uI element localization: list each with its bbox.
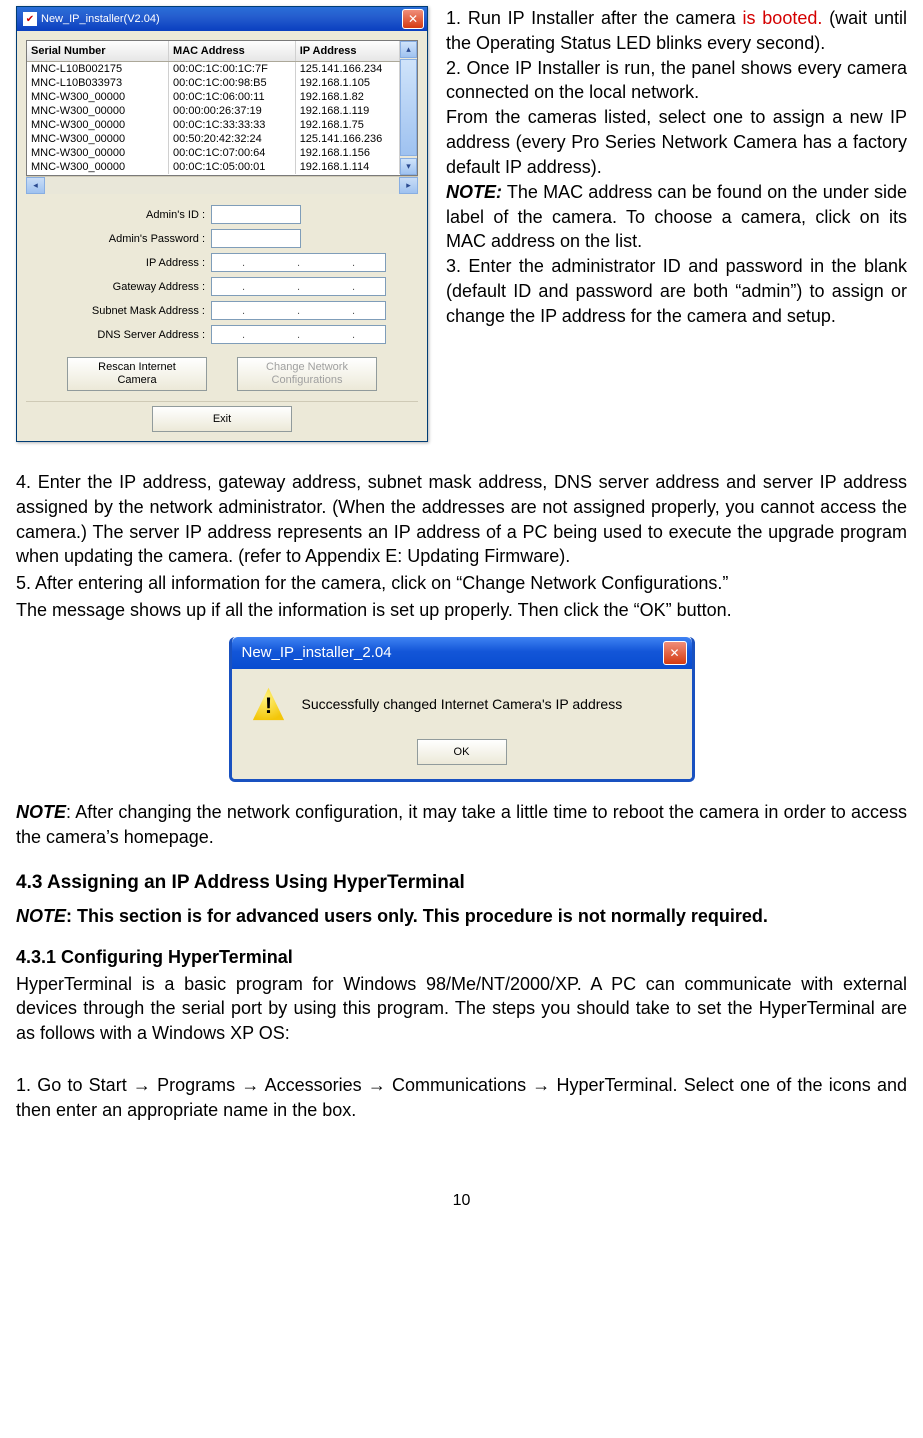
step2b: From the cameras listed, select one to a… bbox=[446, 107, 907, 177]
note-text: The MAC address can be found on the unde… bbox=[446, 182, 907, 252]
scroll-thumb[interactable] bbox=[400, 59, 417, 156]
admin-pw-input[interactable] bbox=[211, 229, 301, 248]
step5: 5. After entering all information for th… bbox=[16, 571, 907, 596]
warning-icon: ! bbox=[252, 687, 286, 723]
admin-pw-label: Admin's Password : bbox=[30, 233, 211, 245]
window-title: New_IP_installer(V2.04) bbox=[41, 13, 160, 25]
step3: 3. Enter the administrator ID and passwo… bbox=[446, 256, 907, 326]
table-row[interactable]: MNC-W300_0000000:50:20:42:32:24125.141.1… bbox=[27, 132, 400, 146]
table-row[interactable]: MNC-W300_0000000:00:00:26:37:19192.168.1… bbox=[27, 104, 400, 118]
note3-text: : This section is for advanced users onl… bbox=[66, 906, 768, 926]
step4: 4. Enter the IP address, gateway address… bbox=[16, 470, 907, 569]
note2-label: NOTE bbox=[16, 802, 66, 822]
section-4-3: 4.3 Assigning an IP Address Using HyperT… bbox=[16, 870, 907, 896]
table-row[interactable]: MNC-W300_0000000:0C:1C:33:33:33192.168.1… bbox=[27, 118, 400, 132]
app-icon: ✔ bbox=[23, 12, 37, 26]
hyper-step1: 1. Go to Start → Programs → Accessories … bbox=[16, 1073, 907, 1123]
note2-text: : After changing the network configurati… bbox=[16, 802, 907, 847]
scroll-left-icon[interactable]: ◂ bbox=[26, 177, 45, 194]
table-row[interactable]: MNC-W300_0000000:0C:1C:06:00:11192.168.1… bbox=[27, 90, 400, 104]
gateway-label: Gateway Address : bbox=[30, 281, 211, 293]
col-ip[interactable]: IP Address bbox=[295, 41, 399, 62]
subnet-input[interactable]: ... bbox=[211, 301, 386, 320]
ip-input[interactable]: ... bbox=[211, 253, 386, 272]
step1-red: is booted. bbox=[742, 8, 822, 28]
note-label: NOTE: bbox=[446, 182, 502, 202]
col-mac[interactable]: MAC Address bbox=[169, 41, 296, 62]
table-row[interactable]: MNC-L10B03397300:0C:1C:00:98:B5192.168.1… bbox=[27, 76, 400, 90]
ip-installer-window: ✔ New_IP_installer(V2.04) ✕ Serial Numbe… bbox=[16, 6, 428, 442]
vertical-scrollbar[interactable]: ▴ ▾ bbox=[400, 41, 417, 175]
camera-table: Serial Number MAC Address IP Address MNC… bbox=[26, 40, 418, 176]
table-row[interactable]: MNC-W300_0000000:0C:1C:07:00:64192.168.1… bbox=[27, 146, 400, 160]
window-titlebar: ✔ New_IP_installer(V2.04) ✕ bbox=[17, 7, 427, 31]
dialog-title: New_IP_installer_2.04 bbox=[242, 643, 392, 664]
dns-label: DNS Server Address : bbox=[30, 329, 211, 341]
table-row[interactable]: MNC-L10B00217500:0C:1C:00:1C:7F125.141.1… bbox=[27, 62, 400, 77]
dialog-message: Successfully changed Internet Camera's I… bbox=[302, 695, 623, 714]
change-config-button[interactable]: Change Network Configurations bbox=[237, 357, 377, 391]
rescan-button[interactable]: Rescan Internet Camera bbox=[67, 357, 207, 391]
dns-input[interactable]: ... bbox=[211, 325, 386, 344]
gateway-input[interactable]: ... bbox=[211, 277, 386, 296]
scroll-up-icon[interactable]: ▴ bbox=[400, 41, 417, 58]
instructions-right: 1. Run IP Installer after the camera is … bbox=[446, 6, 907, 329]
ip-label: IP Address : bbox=[30, 257, 211, 269]
scroll-down-icon[interactable]: ▾ bbox=[400, 158, 417, 175]
admin-id-label: Admin's ID : bbox=[30, 209, 211, 221]
close-icon[interactable]: ✕ bbox=[402, 9, 424, 29]
table-row[interactable]: MNC-W300_0000000:0C:1C:05:00:01192.168.1… bbox=[27, 160, 400, 175]
step2: 2. Once IP Installer is run, the panel s… bbox=[446, 58, 907, 103]
ok-button[interactable]: OK bbox=[417, 739, 507, 765]
dialog-titlebar: New_IP_installer_2.04 ✕ bbox=[232, 637, 692, 669]
subnet-label: Subnet Mask Address : bbox=[30, 305, 211, 317]
section-4-3-1: 4.3.1 Configuring HyperTerminal bbox=[16, 945, 907, 970]
success-dialog: New_IP_installer_2.04 ✕ ! Successfully c… bbox=[229, 637, 695, 782]
note3-label: NOTE bbox=[16, 906, 66, 926]
col-serial[interactable]: Serial Number bbox=[27, 41, 169, 62]
page-number: 10 bbox=[16, 1192, 907, 1210]
horizontal-scrollbar[interactable]: ◂ ▸ bbox=[26, 176, 418, 194]
admin-id-input[interactable] bbox=[211, 205, 301, 224]
scroll-right-icon[interactable]: ▸ bbox=[399, 177, 418, 194]
hyper-desc: HyperTerminal is a basic program for Win… bbox=[16, 972, 907, 1046]
step5b: The message shows up if all the informat… bbox=[16, 598, 907, 623]
step1-a: 1. Run IP Installer after the camera bbox=[446, 8, 742, 28]
dialog-close-icon[interactable]: ✕ bbox=[663, 641, 687, 665]
exit-button[interactable]: Exit bbox=[152, 406, 292, 432]
